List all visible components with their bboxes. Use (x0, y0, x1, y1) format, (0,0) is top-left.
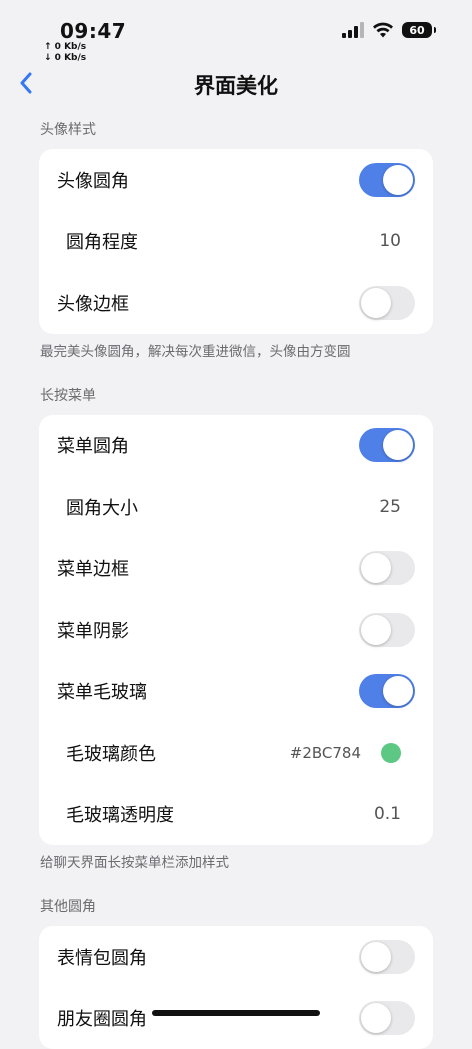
settings-card-menu: 菜单圆角 圆角大小 25 菜单边框 菜单阴影 菜单毛玻璃 毛玻璃颜色 #2BC7… (39, 415, 433, 846)
row-label: 菜单圆角 (57, 432, 359, 458)
status-bar: 09:47 ↑ 0 Kb/s ↓ 0 Kb/s 60 (0, 0, 472, 66)
row-label: 菜单边框 (57, 555, 359, 581)
row-label: 毛玻璃颜色 (57, 740, 290, 766)
row-label: 头像边框 (57, 290, 359, 316)
row-avatar-round-corner: 头像圆角 (39, 149, 433, 211)
avatar-corner-degree-value: 10 (379, 231, 401, 251)
row-label: 表情包圆角 (57, 944, 359, 970)
frosted-glass-color-hex: #2BC784 (290, 744, 361, 762)
row-avatar-border: 头像边框 (39, 272, 433, 334)
settings-card-other: 表情包圆角 朋友圈圆角 (39, 926, 433, 1049)
row-frosted-glass-color[interactable]: 毛玻璃颜色 #2BC784 (39, 722, 433, 784)
menu-frosted-glass-toggle[interactable] (359, 674, 415, 708)
battery-level: 60 (409, 24, 424, 37)
navigation-bar: 界面美化 (0, 62, 472, 106)
section-footer-avatar: 最完美头像圆角，解决每次重进微信，头像由方变圆 (0, 342, 472, 362)
frosted-glass-opacity-value: 0.1 (374, 804, 401, 824)
section-header-menu: 长按菜单 (0, 386, 472, 406)
row-label: 菜单阴影 (57, 617, 359, 643)
row-menu-corner-size[interactable]: 圆角大小 25 (39, 476, 433, 538)
menu-shadow-toggle[interactable] (359, 613, 415, 647)
sticker-round-corner-toggle[interactable] (359, 940, 415, 974)
cellular-signal-icon (342, 22, 364, 38)
row-label: 毛玻璃透明度 (57, 801, 374, 827)
row-moments-round-corner: 朋友圈圆角 (39, 988, 433, 1049)
row-avatar-corner-degree[interactable]: 圆角程度 10 (39, 211, 433, 273)
row-label: 圆角程度 (57, 228, 379, 254)
moments-round-corner-toggle[interactable] (359, 1001, 415, 1035)
row-menu-round-corner: 菜单圆角 (39, 415, 433, 477)
row-menu-frosted-glass: 菜单毛玻璃 (39, 661, 433, 723)
network-speed: ↑ 0 Kb/s ↓ 0 Kb/s (44, 42, 86, 64)
status-icons: 60 (342, 22, 432, 38)
section-header-other: 其他圆角 (0, 897, 472, 917)
menu-border-toggle[interactable] (359, 551, 415, 585)
section-header-avatar: 头像样式 (0, 120, 472, 140)
color-swatch (381, 743, 401, 763)
row-frosted-glass-opacity[interactable]: 毛玻璃透明度 0.1 (39, 784, 433, 846)
avatar-border-toggle[interactable] (359, 286, 415, 320)
row-label: 菜单毛玻璃 (57, 678, 359, 704)
page-title: 界面美化 (0, 70, 472, 100)
row-menu-shadow: 菜单阴影 (39, 599, 433, 661)
settings-card-avatar: 头像圆角 圆角程度 10 头像边框 (39, 149, 433, 334)
battery-icon: 60 (402, 22, 432, 38)
section-footer-menu: 给聊天界面长按菜单栏添加样式 (0, 853, 472, 873)
row-label: 头像圆角 (57, 167, 359, 193)
upload-speed: ↑ 0 Kb/s (44, 42, 86, 53)
avatar-round-corner-toggle[interactable] (359, 163, 415, 197)
settings-content: 头像样式 头像圆角 圆角程度 10 头像边框 最完美头像圆角，解决每次重进微信，… (0, 120, 472, 1049)
row-label: 圆角大小 (57, 494, 379, 520)
menu-corner-size-value: 25 (379, 497, 401, 517)
status-time: 09:47 (60, 19, 126, 43)
row-menu-border: 菜单边框 (39, 538, 433, 600)
menu-round-corner-toggle[interactable] (359, 428, 415, 462)
wifi-icon (372, 22, 394, 38)
home-indicator[interactable] (152, 1010, 320, 1016)
row-sticker-round-corner: 表情包圆角 (39, 926, 433, 988)
